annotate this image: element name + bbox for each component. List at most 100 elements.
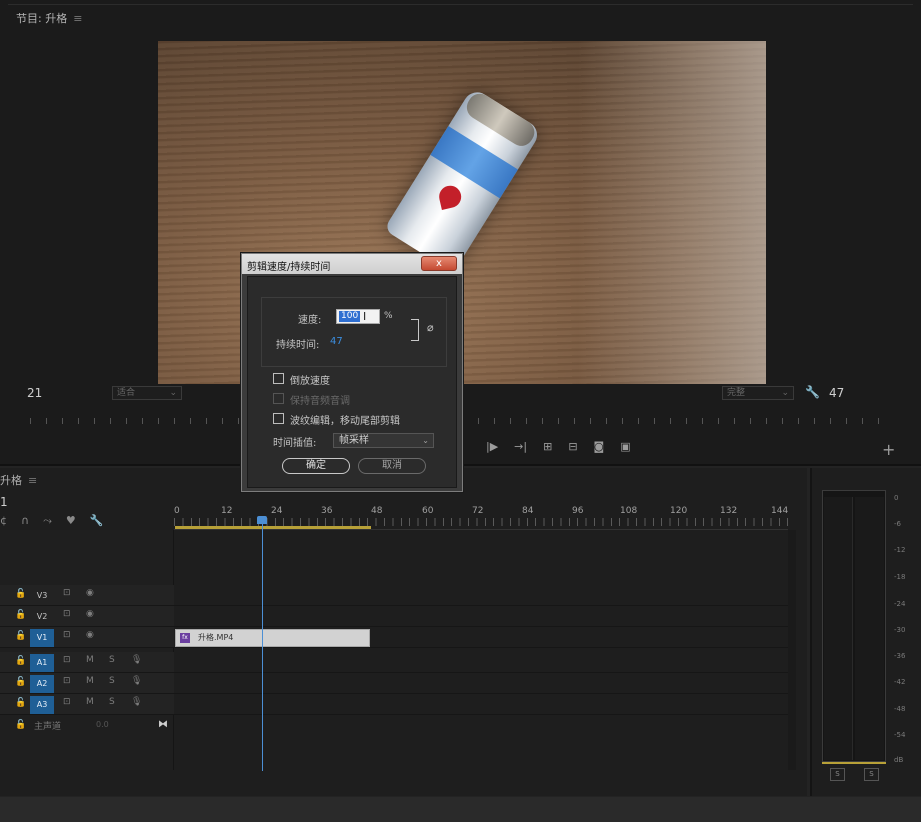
sync-lock-icon[interactable]: ⊡ [63, 630, 71, 640]
maintain-pitch-checkbox [273, 393, 284, 404]
meter-solo-right-button[interactable]: S [864, 768, 879, 781]
track-target-v3[interactable]: V3 [30, 587, 54, 605]
mute-button[interactable]: M [86, 676, 94, 686]
clip-speed-duration-dialog: 剪辑速度/持续时间 x 速度: 100 I % ⌀ 持续时间: 47 倒放速度 … [241, 253, 463, 492]
program-tab-label: 节目: 升格 [16, 12, 68, 25]
transport-controls: |▶ →| ⊞ ⊟ ◙ ▣ [486, 440, 631, 454]
panel-menu-icon[interactable]: ≡ [28, 474, 37, 487]
eye-icon[interactable]: ◉ [86, 609, 94, 619]
ruler-label: 48 [371, 506, 383, 516]
playback-resolution-value: 完整 [727, 388, 746, 398]
go-to-out-icon[interactable]: →| [514, 440, 527, 454]
mute-button[interactable]: M [86, 697, 94, 707]
time-interpolation-select[interactable]: 帧采样 ⌄ [333, 433, 434, 448]
track-header-a1: 🔓 A1 ⊡ M S 🎙 [0, 652, 174, 672]
track-row-v1[interactable]: 🔓 V1 ⊡ ◉ [0, 627, 788, 648]
ruler-label: 84 [522, 506, 534, 516]
ripple-edit-label: 波纹编辑，移动尾部剪辑 [290, 416, 400, 427]
ripple-edit-checkbox[interactable] [273, 413, 284, 424]
timeline-vertical-scrollbar[interactable] [788, 530, 796, 770]
lock-icon[interactable]: 🔓 [15, 610, 26, 620]
lock-icon[interactable]: 🔓 [15, 720, 26, 730]
chain-link-icon[interactable]: ⌀ [427, 321, 434, 334]
chevron-down-icon: ⌄ [422, 436, 429, 445]
track-target-a2[interactable]: A2 [30, 675, 54, 693]
track-row-a2[interactable]: 🔓 A2 ⊡ M S 🎙 [0, 673, 788, 694]
eye-icon[interactable]: ◉ [86, 588, 94, 598]
add-marker-icon[interactable]: ♥ [66, 514, 76, 528]
timeline-tools: ¢ ∩ ⤳ ♥ 🔧 [0, 514, 103, 528]
timeline-settings-wrench-icon[interactable]: 🔧 [90, 514, 104, 528]
track-row-v2[interactable]: 🔓 V2 ⊡ ◉ [0, 606, 788, 627]
master-track-label: 主声道 [34, 722, 62, 732]
playback-resolution-select[interactable]: 完整 ⌄ [722, 386, 794, 400]
db-label: -36 [894, 652, 906, 660]
zoom-level-select[interactable]: 适合 ⌄ [112, 386, 182, 400]
export-frame-icon[interactable]: ◙ [594, 440, 605, 454]
play-icon[interactable]: |▶ [486, 440, 498, 454]
go-to-end-icon[interactable]: ⧓ [158, 719, 168, 730]
microphone-icon[interactable]: 🎙 [131, 655, 142, 665]
track-header-v2: 🔓 V2 ⊡ ◉ [0, 606, 174, 626]
lock-icon[interactable]: 🔓 [15, 656, 26, 666]
master-volume-value[interactable]: 0.0 [96, 720, 109, 729]
playhead-line[interactable] [262, 520, 263, 771]
reverse-speed-checkbox[interactable] [273, 373, 284, 384]
fx-badge: fx [180, 633, 190, 643]
track-target-v1[interactable]: V1 [30, 629, 54, 647]
add-button-icon[interactable]: + [882, 440, 895, 459]
sequence-tab[interactable]: 升格 ≡ [0, 472, 37, 488]
linked-selection-icon[interactable]: ⤳ [43, 514, 52, 528]
lock-icon[interactable]: 🔓 [15, 631, 26, 641]
sequence-timecode[interactable]: 1 [0, 495, 8, 509]
ok-button[interactable]: 确定 [282, 458, 350, 474]
can-logo [436, 183, 464, 210]
track-target-a3[interactable]: A3 [30, 696, 54, 714]
db-label: -24 [894, 600, 906, 608]
mute-button[interactable]: M [86, 655, 94, 665]
playhead-handle[interactable] [257, 516, 267, 524]
speed-unit: % [384, 311, 393, 321]
close-button[interactable]: x [421, 256, 457, 271]
sync-lock-icon[interactable]: ⊡ [63, 588, 71, 598]
settings-wrench-icon[interactable]: 🔧 [805, 385, 820, 399]
db-label: dB [894, 756, 904, 764]
track-row-a3[interactable]: 🔓 A3 ⊡ M S 🎙 [0, 694, 788, 715]
solo-button[interactable]: S [109, 676, 115, 686]
track-target-v2[interactable]: V2 [30, 608, 54, 626]
sync-lock-icon[interactable]: ⊡ [63, 655, 71, 665]
ruler-label: 132 [720, 506, 738, 516]
speed-label: 速度: [298, 315, 322, 326]
track-row-a1[interactable]: 🔓 A1 ⊡ M S 🎙 [0, 652, 788, 673]
sync-lock-icon[interactable]: ⊡ [63, 697, 71, 707]
dialog-titlebar[interactable]: 剪辑速度/持续时间 x [242, 254, 462, 274]
lock-icon[interactable]: 🔓 [15, 698, 26, 708]
solo-button[interactable]: S [109, 655, 115, 665]
video-clip[interactable]: fx 升格.MP4 [175, 629, 370, 647]
panel-menu-icon[interactable]: ≡ [73, 12, 82, 25]
program-panel-tab[interactable]: 节目: 升格 ≡ [16, 10, 82, 26]
eye-icon[interactable]: ◉ [86, 630, 94, 640]
solo-button[interactable]: S [109, 697, 115, 707]
db-label: 0 [894, 494, 899, 502]
ruler-label: 72 [472, 506, 484, 516]
cancel-button[interactable]: 取消 [358, 458, 426, 474]
speed-input[interactable]: 100 I [336, 309, 380, 324]
microphone-icon[interactable]: 🎙 [131, 676, 142, 686]
program-current-timecode[interactable]: 21 [27, 386, 42, 400]
meter-solo-left-button[interactable]: S [830, 768, 845, 781]
sync-lock-icon[interactable]: ⊡ [63, 609, 71, 619]
track-row-v3[interactable]: 🔓 V3 ⊡ ◉ [0, 585, 788, 606]
snap-magnet-icon[interactable]: ∩ [21, 514, 29, 528]
track-target-a1[interactable]: A1 [30, 654, 54, 672]
insert-icon[interactable]: ⊞ [543, 440, 552, 454]
lock-icon[interactable]: 🔓 [15, 589, 26, 599]
lock-icon[interactable]: 🔓 [15, 677, 26, 687]
comparison-view-icon[interactable]: ▣ [620, 440, 630, 454]
sync-lock-icon[interactable]: ⊡ [63, 676, 71, 686]
overwrite-icon[interactable]: ⊟ [568, 440, 577, 454]
microphone-icon[interactable]: 🎙 [131, 697, 142, 707]
duration-value[interactable]: 47 [330, 336, 343, 347]
nest-icon[interactable]: ¢ [0, 514, 7, 528]
db-label: -6 [894, 520, 901, 528]
